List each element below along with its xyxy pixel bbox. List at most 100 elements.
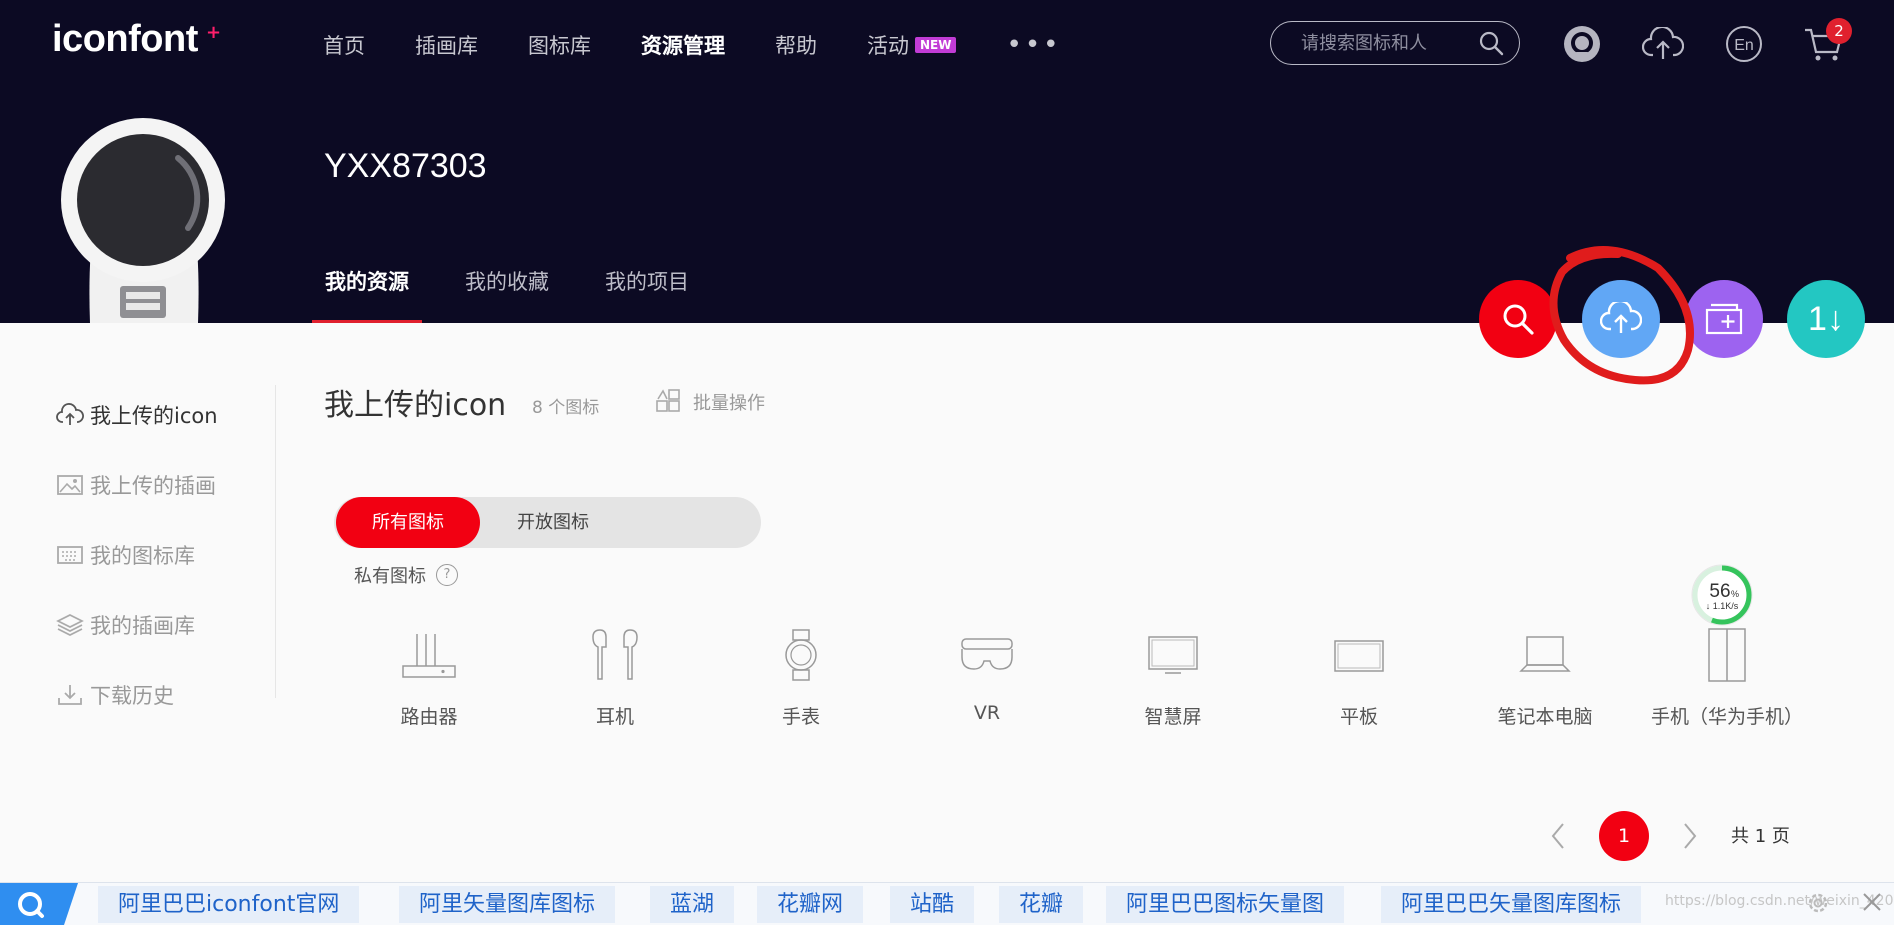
icon-card-label: 耳机: [595, 706, 634, 728]
grid-icon: [656, 389, 680, 412]
language-icon[interactable]: En: [1722, 22, 1766, 66]
sidebar-item-label: 我上传的icon: [90, 404, 218, 428]
header: iconfont + 首页 插画库 图标库 资源管理 帮助 活动 NEW ••• …: [0, 0, 1894, 323]
batch-operation-button[interactable]: 批量操作: [655, 389, 765, 415]
logo-plus-mark: +: [206, 22, 222, 43]
icon-card-label: 智慧屏: [1144, 706, 1202, 728]
layers-icon: [56, 614, 84, 636]
bottom-link[interactable]: 阿里巴巴图标矢量图: [1106, 886, 1345, 923]
nav-activities[interactable]: 活动 NEW: [867, 30, 957, 60]
upload-cloud-icon: [1600, 302, 1642, 333]
search-input[interactable]: [1299, 31, 1478, 55]
sidebar-item-uploaded-icons[interactable]: 我上传的icon: [56, 380, 276, 450]
sidebar-item-my-illustration-libraries[interactable]: 我的插画库: [56, 590, 276, 660]
icon-card-label: VR: [973, 702, 1001, 724]
language-label: En: [1734, 37, 1754, 54]
bottom-link[interactable]: 花瓣: [999, 886, 1084, 923]
page-1-button[interactable]: 1: [1599, 811, 1649, 861]
private-icons-label: 私有图标 ?: [354, 562, 458, 588]
help-icon[interactable]: ?: [436, 564, 458, 586]
icon-card-laptop[interactable]: 笔记本电脑: [1452, 620, 1638, 729]
tab-my-resources[interactable]: 我的资源: [312, 266, 422, 323]
open-icons-tab[interactable]: 开放图标: [498, 497, 608, 548]
create-project-fab-button[interactable]: [1685, 280, 1763, 358]
bottom-link[interactable]: 阿里巴巴矢量图库图标: [1381, 886, 1642, 923]
total-pages: 共 1 页: [1731, 826, 1790, 847]
more-menu-button[interactable]: •••: [1006, 30, 1061, 60]
icon-card-label: 手表: [781, 706, 820, 728]
upload-progress-widget: 56 % ↓ 1.1K/s: [1691, 564, 1753, 626]
sort-fab-button[interactable]: 1↓: [1787, 280, 1865, 358]
keyboard-icon: [57, 546, 83, 564]
close-icon[interactable]: [1860, 890, 1884, 914]
bottom-link[interactable]: 阿里矢量图库图标: [399, 886, 616, 923]
icon-card-watch[interactable]: 手表: [708, 620, 894, 729]
router-icon: [402, 634, 456, 678]
image-icon: [57, 475, 83, 495]
sidebar-item-label: 下载历史: [90, 684, 174, 708]
nav-home[interactable]: 首页: [323, 30, 365, 60]
icon-card-earbuds[interactable]: 耳机: [522, 620, 708, 729]
search-icon[interactable]: [1478, 30, 1504, 56]
tab-my-favorites[interactable]: 我的收藏: [452, 266, 562, 323]
phone-icon: [1708, 628, 1746, 682]
sidebar-item-label: 我上传的插画: [90, 474, 216, 498]
sidebar: 我上传的icon 我上传的插画 我的图标库 我的插画库 下载历史: [56, 380, 276, 730]
smart-screen-icon: [1148, 636, 1198, 674]
progress-percent: 56: [1709, 581, 1730, 602]
nav-icon-library[interactable]: 图标库: [528, 30, 591, 60]
add-folder-icon: [1705, 303, 1743, 335]
username: YXX87303: [324, 147, 487, 185]
upload-cloud-icon[interactable]: [1641, 22, 1685, 66]
search-icon: [1503, 304, 1534, 335]
upload-cloud-icon: [56, 403, 84, 425]
nav-resource-management[interactable]: 资源管理: [641, 30, 725, 60]
sidebar-item-uploaded-illustrations[interactable]: 我上传的插画: [56, 450, 276, 520]
private-icons-text: 私有图标: [354, 566, 426, 587]
icon-card-tablet[interactable]: 平板: [1266, 620, 1452, 729]
sidebar-item-label: 我的插画库: [90, 614, 195, 638]
icon-card-label: 路由器: [400, 706, 458, 728]
vr-icon: [961, 638, 1013, 670]
icon-card-vr[interactable]: VR: [894, 620, 1080, 724]
nav-illustrations[interactable]: 插画库: [415, 30, 478, 60]
next-page-icon[interactable]: [1681, 821, 1699, 851]
browser-search-icon[interactable]: [0, 883, 80, 925]
sidebar-item-label: 我的图标库: [90, 544, 195, 568]
all-icons-tab[interactable]: 所有图标: [336, 497, 480, 548]
icon-visibility-toggle: 所有图标 开放图标: [334, 497, 761, 548]
profile-avatar[interactable]: [58, 118, 228, 323]
laptop-icon: [1519, 636, 1571, 672]
earbuds-icon: [592, 629, 638, 680]
icon-card-label: 平板: [1339, 706, 1378, 728]
tablet-icon: [1334, 640, 1384, 672]
page-title: 我上传的icon: [324, 388, 507, 423]
bottom-link[interactable]: 花瓣网: [757, 886, 864, 923]
bottom-link[interactable]: 蓝湖: [650, 886, 735, 923]
icon-card-label: 手机（华为手机）: [1650, 706, 1803, 728]
search-fab-button[interactable]: [1479, 280, 1557, 358]
gear-icon[interactable]: [1805, 890, 1831, 916]
tab-my-projects[interactable]: 我的项目: [592, 266, 702, 323]
sidebar-item-my-icon-libraries[interactable]: 我的图标库: [56, 520, 276, 590]
icon-card-smart-screen[interactable]: 智慧屏: [1080, 620, 1266, 729]
icon-card-label: 笔记本电脑: [1497, 706, 1593, 728]
prev-page-icon[interactable]: [1549, 821, 1567, 851]
profile-tabs: 我的资源 我的收藏 我的项目: [312, 266, 732, 323]
sidebar-divider: [275, 385, 276, 698]
search-box: [1270, 21, 1520, 65]
upload-fab-button[interactable]: [1582, 280, 1660, 358]
iconfont-logo[interactable]: iconfont: [52, 18, 198, 61]
sidebar-item-download-history[interactable]: 下载历史: [56, 660, 276, 730]
nav-help[interactable]: 帮助: [775, 30, 817, 60]
user-avatar-icon[interactable]: [1560, 22, 1604, 66]
new-badge: NEW: [915, 37, 957, 53]
bottom-link[interactable]: 阿里巴巴iconfont官网: [98, 886, 360, 923]
progress-unit: %: [1731, 589, 1739, 599]
cart-count-badge: 2: [1826, 18, 1852, 44]
icon-card-router[interactable]: 路由器: [336, 620, 522, 729]
bottom-link[interactable]: 站酷: [890, 886, 975, 923]
icon-count: 8 个图标: [532, 398, 600, 418]
download-icon: [58, 685, 82, 705]
icon-card-phone[interactable]: 手机（华为手机）: [1632, 620, 1822, 729]
